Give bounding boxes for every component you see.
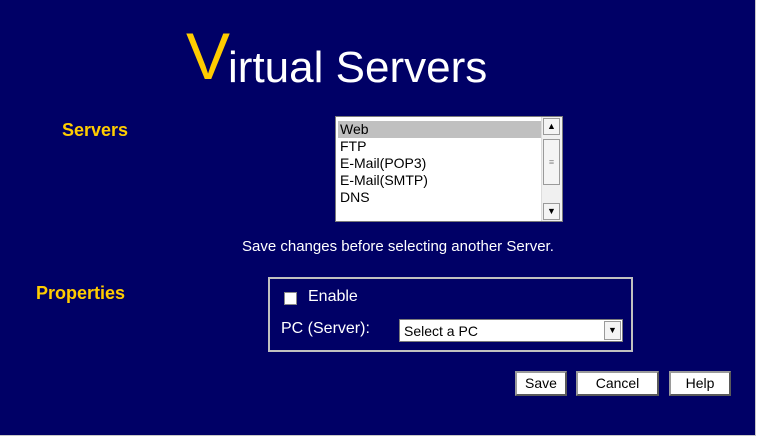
enable-checkbox[interactable] [284,292,297,305]
page-title-rest: irtual Servers [228,43,488,92]
server-list-item[interactable]: E-Mail(POP3) [338,155,542,172]
page-title-initial: V [186,19,231,93]
enable-label: Enable [308,288,358,305]
server-list-item[interactable]: FTP [338,138,542,155]
servers-scrollbar[interactable]: ▲ ≡ ▼ [541,117,562,221]
arrow-down-icon[interactable]: ▼ [543,203,560,220]
servers-label: Servers [62,120,129,140]
chevron-down-icon[interactable]: ▼ [604,321,621,340]
servers-list: Web FTP E-Mail(POP3) E-Mail(SMTP) DNS [336,117,542,206]
pc-server-select-value: Select a PC [404,323,478,339]
save-button[interactable]: Save [515,371,567,396]
main-panel: Virtual Servers Servers Web FTP E-Mail(P… [0,0,756,436]
server-list-item[interactable]: E-Mail(SMTP) [338,172,542,189]
pc-server-select[interactable]: Select a PC ▼ [399,319,623,342]
scrollbar-thumb[interactable]: ≡ [543,139,560,185]
server-list-item[interactable]: DNS [338,189,542,206]
save-changes-note: Save changes before selecting another Se… [242,238,554,255]
properties-box: Enable PC (Server): Select a PC ▼ [268,277,633,352]
page-title: Virtual Servers [186,16,487,96]
arrow-up-icon[interactable]: ▲ [543,118,560,135]
servers-listbox[interactable]: Web FTP E-Mail(POP3) E-Mail(SMTP) DNS ▲ … [335,116,563,222]
pc-server-label: PC (Server): [281,320,370,337]
server-list-item[interactable]: Web [338,121,542,138]
properties-label: Properties [36,283,126,303]
cancel-button[interactable]: Cancel [576,371,659,396]
help-button[interactable]: Help [669,371,731,396]
